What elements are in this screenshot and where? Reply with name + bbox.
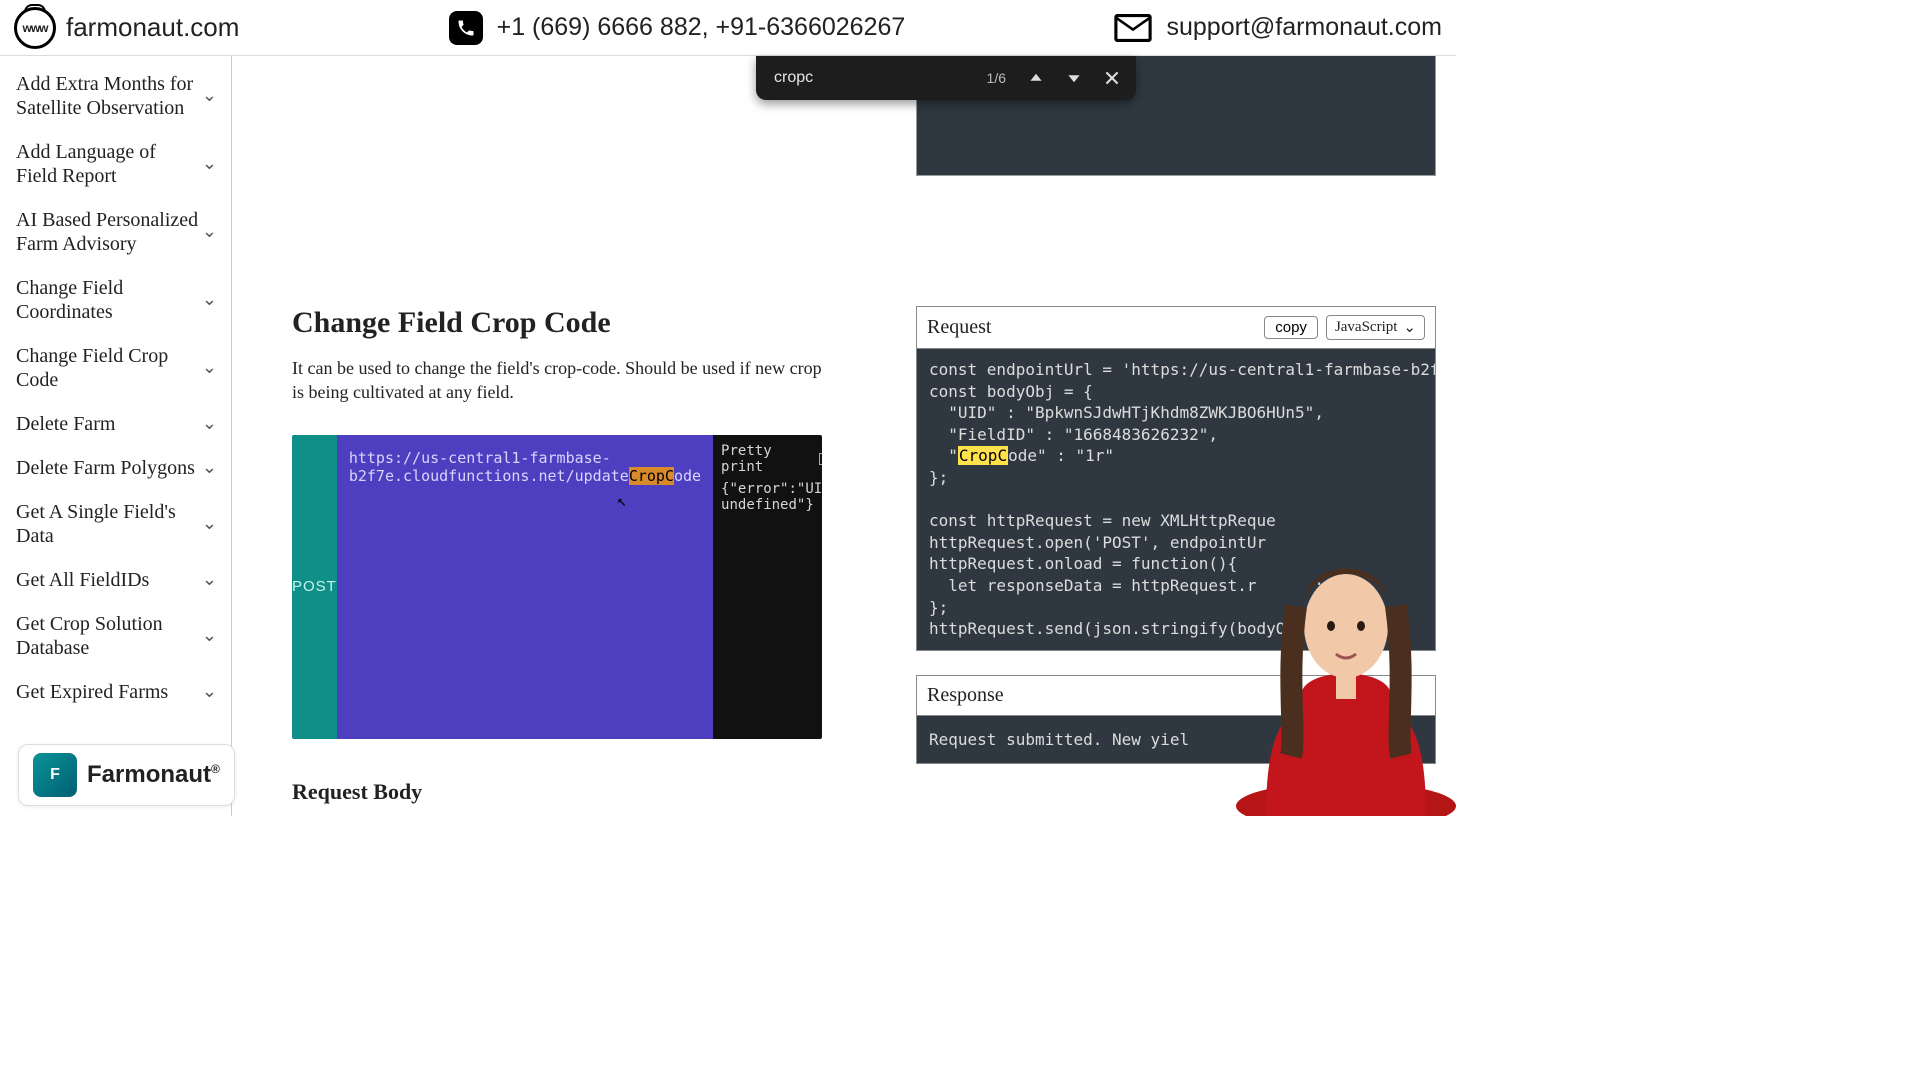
farmonaut-logo-icon: F — [33, 753, 77, 797]
presenter-avatar — [1196, 496, 1456, 816]
sidebar-item-label: Add Language of Field Report — [16, 140, 202, 188]
sidebar-item-expired-farms[interactable]: Get Expired Farms ⌄ — [0, 670, 231, 714]
chevron-down-icon: ⌄ — [202, 413, 217, 435]
sidebar-item-crop-solution-db[interactable]: Get Crop Solution Database⌄ — [0, 602, 231, 670]
url-part: ode — [674, 467, 701, 485]
chevron-down-icon: ⌄ — [202, 569, 217, 591]
chevron-down-icon: ⌄ — [202, 357, 217, 379]
request-title: Request — [927, 316, 991, 339]
chevron-down-icon: ⌄ — [1403, 318, 1416, 337]
http-method-badge: POST — [292, 435, 337, 739]
chevron-down-icon: ⌄ — [202, 153, 217, 175]
chevron-down-icon: ⌄ — [202, 625, 217, 647]
sidebar-item-change-crop-code[interactable]: Change Field Crop Code⌄ — [0, 334, 231, 402]
chevron-down-icon: ⌄ — [202, 221, 217, 243]
language-select[interactable]: JavaScript ⌄ — [1326, 315, 1425, 340]
api-response-text: {"error":"UID undefined"} — [721, 481, 822, 513]
sidebar-item-add-language[interactable]: Add Language of Field Report⌄ — [0, 130, 231, 198]
sidebar-item-get-field-ids[interactable]: Get All FieldIDs ⌄ — [0, 558, 231, 602]
sidebar-item-ai-advisory[interactable]: AI Based Personalized Farm Advisory⌄ — [0, 198, 231, 266]
sidebar-item-delete-farm[interactable]: Delete Farm ⌄ — [0, 402, 231, 446]
phone-block[interactable]: +1 (669) 6666 882, +91-6366026267 — [449, 11, 906, 45]
phone-icon — [449, 11, 483, 45]
find-close-button[interactable] — [1098, 64, 1126, 92]
doc-description: It can be used to change the field's cro… — [292, 356, 832, 405]
cursor-icon: ↖ — [617, 491, 627, 510]
sidebar-item-label: Get Expired Farms — [16, 680, 168, 704]
find-in-page-bar: cropc 1/6 — [756, 56, 1136, 100]
sidebar-item-label: Delete Farm — [16, 412, 115, 436]
url-highlight: CropC — [629, 467, 674, 485]
language-label: JavaScript — [1335, 319, 1397, 336]
find-next-button[interactable] — [1060, 64, 1088, 92]
pretty-print-checkbox[interactable] — [819, 453, 822, 465]
email-block[interactable]: support@farmonaut.com — [1114, 13, 1442, 42]
sidebar-item-add-months[interactable]: Add Extra Months for Satellite Observati… — [0, 62, 231, 130]
chevron-down-icon: ⌄ — [202, 681, 217, 703]
doc-content: Change Field Crop Code It can be used to… — [232, 56, 916, 816]
find-prev-button[interactable] — [1022, 64, 1050, 92]
chevron-down-icon: ⌄ — [202, 289, 217, 311]
brand-text: farmonaut.com — [66, 12, 239, 43]
copy-button[interactable]: copy — [1264, 316, 1318, 339]
top-header: www farmonaut.com +1 (669) 6666 882, +91… — [0, 0, 1456, 56]
chevron-down-icon: ⌄ — [202, 513, 217, 535]
sidebar-item-label: AI Based Personalized Farm Advisory — [16, 208, 202, 256]
pretty-print-label: Pretty print — [721, 443, 813, 475]
api-url-pane: https://us-central1-farmbase-b2f7e.cloud… — [337, 435, 713, 739]
brand-block[interactable]: www farmonaut.com — [14, 7, 239, 49]
sidebar-item-change-coords[interactable]: Change Field Coordinates⌄ — [0, 266, 231, 334]
url-part: https://us-central1-farmbase-b2f7e.cloud… — [349, 449, 629, 485]
sidebar-nav: Add Extra Months for Satellite Observati… — [0, 56, 232, 816]
phone-text: +1 (669) 6666 882, +91-6366026267 — [497, 13, 906, 42]
sidebar-item-label: Get Crop Solution Database — [16, 612, 202, 660]
www-icon: www — [14, 7, 56, 49]
sidebar-item-label: Change Field Coordinates — [16, 276, 202, 324]
sidebar-item-label: Add Extra Months for Satellite Observati… — [16, 72, 202, 120]
farmonaut-badge-text: Farmonaut® — [87, 761, 220, 789]
mail-icon — [1114, 14, 1152, 42]
chevron-down-icon: ⌄ — [202, 85, 217, 107]
request-body-heading: Request Body — [292, 779, 890, 805]
sidebar-item-delete-polygons[interactable]: Delete Farm Polygons ⌄ — [0, 446, 231, 490]
chevron-down-icon: ⌄ — [202, 457, 217, 479]
sidebar-item-label: Delete Farm Polygons — [16, 456, 195, 480]
farmonaut-badge[interactable]: F Farmonaut® — [18, 744, 235, 806]
sidebar-item-label: Get A Single Field's Data — [16, 500, 202, 548]
doc-title: Change Field Crop Code — [292, 306, 890, 340]
sidebar-item-label: Get All FieldIDs — [16, 568, 149, 592]
sidebar-item-label: Change Field Crop Code — [16, 344, 202, 392]
api-demo-box: POST https://us-central1-farmbase-b2f7e.… — [292, 435, 822, 739]
api-response-pane: Pretty print {"error":"UID undefined"} — [713, 435, 822, 739]
email-text: support@farmonaut.com — [1166, 13, 1442, 42]
find-count: 1/6 — [987, 70, 1006, 86]
sidebar-item-get-field-data[interactable]: Get A Single Field's Data⌄ — [0, 490, 231, 558]
find-input[interactable]: cropc — [774, 69, 977, 87]
